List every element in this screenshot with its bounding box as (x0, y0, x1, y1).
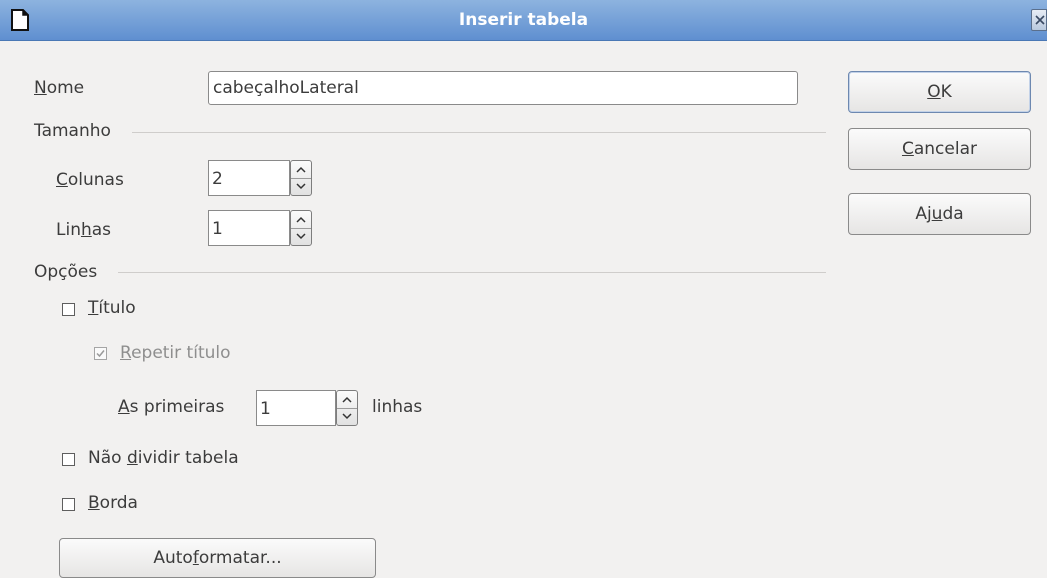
cancel-button[interactable]: Cancelar (848, 128, 1031, 170)
chevron-down-icon (342, 413, 352, 420)
first-rows-spinner[interactable] (336, 390, 358, 426)
columns-spinner[interactable] (290, 160, 312, 196)
name-label-rest: ome (46, 78, 85, 98)
first-rows-spin-down[interactable] (337, 408, 357, 425)
first-rows-suffix: linhas (372, 397, 423, 417)
rows-spinner[interactable] (290, 210, 312, 246)
name-label: Nome (34, 78, 85, 98)
close-icon (1035, 15, 1045, 25)
options-section-heading: Opções (34, 262, 98, 282)
title-bar: Inserir tabela (0, 0, 1047, 41)
ok-button[interactable]: OK (848, 71, 1031, 113)
first-rows-prefix: As primeiras (118, 397, 225, 417)
window-title: Inserir tabela (458, 10, 589, 30)
border-checkbox[interactable] (62, 498, 75, 511)
rows-spin-down[interactable] (291, 228, 311, 245)
chevron-up-icon (296, 216, 306, 223)
columns-input[interactable]: 2 (208, 160, 290, 196)
rows-spin-up[interactable] (291, 211, 311, 229)
size-section-heading: Tamanho (34, 121, 111, 141)
border-label[interactable]: Borda (88, 493, 138, 513)
name-input[interactable]: cabeçalhoLateral (208, 71, 798, 105)
repeat-title-label[interactable]: Repetir título (120, 343, 231, 363)
columns-spin-down[interactable] (291, 178, 311, 195)
chevron-down-icon (296, 183, 306, 190)
columns-label: Colunas (56, 170, 124, 190)
title-checkbox[interactable] (62, 303, 75, 316)
chevron-up-icon (342, 396, 352, 403)
close-button[interactable] (1031, 9, 1047, 31)
rows-label: Linhas (56, 220, 112, 240)
title-option-label[interactable]: Título (88, 298, 136, 318)
autoformat-button[interactable]: Autoformatar... (59, 538, 376, 578)
checkmark-icon (96, 350, 105, 358)
no-split-checkbox[interactable] (62, 453, 75, 466)
chevron-up-icon (296, 166, 306, 173)
first-rows-input[interactable]: 1 (256, 390, 336, 426)
size-separator (132, 132, 826, 133)
columns-spin-up[interactable] (291, 161, 311, 179)
help-button[interactable]: Ajuda (848, 193, 1031, 235)
chevron-down-icon (296, 233, 306, 240)
repeat-title-checkbox[interactable] (94, 347, 107, 360)
first-rows-spin-up[interactable] (337, 391, 357, 409)
rows-input[interactable]: 1 (208, 210, 290, 246)
no-split-label[interactable]: Não dividir tabela (88, 448, 239, 468)
options-separator (118, 272, 826, 273)
